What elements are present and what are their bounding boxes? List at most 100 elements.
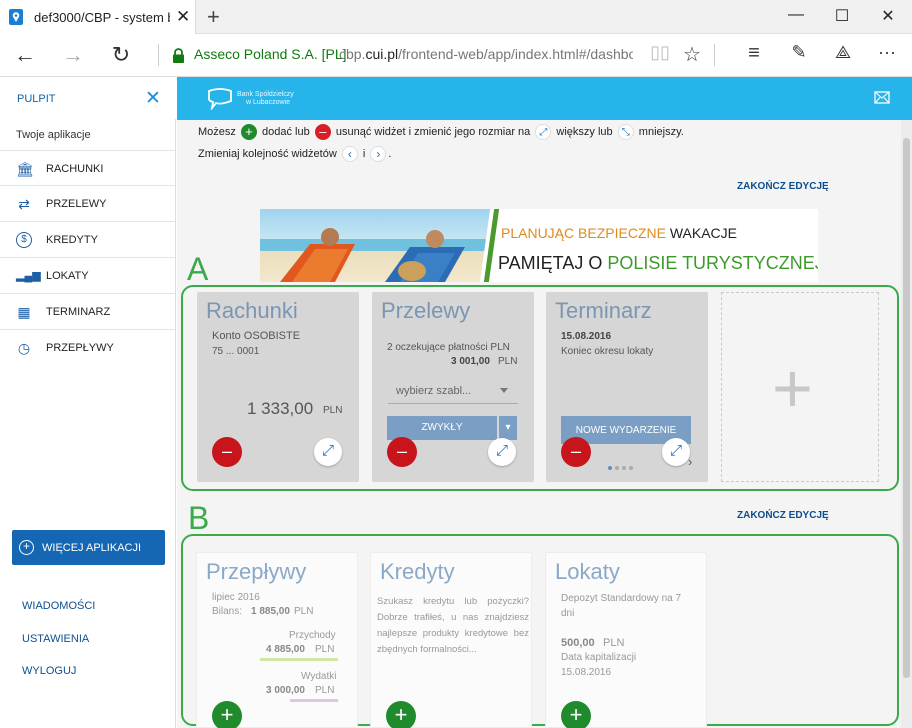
add-widget-button[interactable]: + (386, 701, 416, 728)
sidebar-item-rachunki[interactable]: 🏛 RACHUNKI (0, 150, 176, 186)
expand-widget-icon[interactable]: ⤢ (662, 438, 690, 466)
hint-text: większy lub (556, 125, 613, 138)
add-widget-button[interactable]: + (561, 701, 591, 728)
hub-icon[interactable]: ≡ (740, 42, 768, 68)
promo-banner[interactable]: PLANUJĄC BEZPIECZNE WAKACJE PAMIĘTAJ O P… (260, 209, 818, 282)
widget-rachunki[interactable]: Rachunki Konto OSOBISTE 75 ... 0001 1 33… (197, 292, 359, 482)
refresh-icon[interactable]: ↻ (107, 42, 135, 68)
link-wyloguj[interactable]: WYLOGUJ (22, 665, 76, 677)
widget-kredyty[interactable]: Kredyty Szukasz kredytu lub pożyczki? Do… (370, 552, 532, 728)
deposit-name: Depozyt Standardowy na 7 dni (561, 593, 682, 619)
share-icon[interactable]: ⟁ (829, 42, 857, 68)
close-tab-icon[interactable]: ✕ (176, 7, 190, 27)
browser-titlebar: def3000/CBP - system b ✕ + — ☐ ✕ (0, 0, 912, 34)
maximize-icon[interactable]: ☐ (827, 6, 857, 26)
widget-title: Lokaty (555, 559, 620, 584)
sidebar-title[interactable]: PULPIT (17, 93, 56, 105)
sidebar-item-przelewy[interactable]: ⇄ PRZELEWY (0, 186, 176, 222)
banner-text: WAKACJE (669, 225, 737, 241)
banner-line2: PAMIĘTAJ O POLISIE TURYSTYCZNEJ (498, 253, 818, 274)
income-bar (260, 658, 338, 661)
remove-widget-button[interactable]: – (387, 437, 417, 467)
link-ustawienia[interactable]: USTAWIENIA (22, 633, 89, 645)
lock-icon[interactable] (171, 48, 186, 63)
expand-widget-icon[interactable]: ⤢ (314, 438, 342, 466)
tab-title: def3000/CBP - system b (34, 10, 170, 25)
mail-icon[interactable] (874, 91, 890, 104)
template-select[interactable]: wybierz szabl... (388, 378, 518, 404)
sidebar-item-label: PRZELEWY (46, 198, 107, 210)
widget-terminarz[interactable]: Terminarz 15.08.2016 Koniec okresu lokat… (546, 292, 708, 482)
close-sidebar-icon[interactable]: ✕ (145, 87, 161, 110)
income-label: Przychody (289, 630, 336, 641)
scrollbar-thumb[interactable] (903, 138, 910, 678)
expand-widget-icon[interactable]: ⤢ (488, 438, 516, 466)
close-window-icon[interactable]: ✕ (873, 6, 903, 26)
end-edit-button-top[interactable]: ZAKOŃCZ EDYCJĘ (737, 181, 829, 192)
widget-przeplywy[interactable]: Przepływy lipiec 2016 Bilans: 1 885,00 P… (196, 552, 358, 728)
sidebar-item-label: LOKATY (46, 270, 89, 282)
hint-text: mniejszy. (638, 125, 684, 138)
sidebar-item-terminarz[interactable]: ▦ TERMINARZ (0, 294, 176, 330)
capitalization-label: Data kapitalizacji (561, 652, 637, 663)
web-note-icon[interactable]: ✎ (785, 42, 813, 68)
remove-widget-icon: – (314, 124, 331, 140)
sidebar-item-label: KREDYTY (46, 234, 98, 246)
remove-widget-button[interactable]: – (212, 437, 242, 467)
hint-text: dodać lub (262, 125, 310, 138)
back-arrow-icon[interactable]: ← (11, 42, 39, 68)
more-apps-button[interactable]: + WIĘCEJ APLIKACJI (12, 530, 165, 565)
sidebar-item-kredyty[interactable]: $ KREDYTY (0, 222, 176, 258)
zone-label-a: A (187, 251, 209, 287)
bank-name-line1: Bank Spółdzielczy (237, 91, 294, 98)
sidebar-item-label: RACHUNKI (46, 163, 104, 175)
browser-navbar: ← → ↻ Asseco Poland S.A. [PL] cbp.cui.pl… (0, 34, 912, 77)
site-identity[interactable]: Asseco Poland S.A. [PL] (194, 46, 347, 62)
scrollbar[interactable] (901, 120, 912, 728)
bank-name-line2: w Lubaczowie (246, 99, 290, 106)
reading-view-icon[interactable]: ▯▯ (646, 42, 674, 68)
widget-przelewy[interactable]: Przelewy 2 oczekujące płatności PLN 3 00… (372, 292, 534, 482)
hint-text: i (362, 147, 366, 160)
bank-logo[interactable] (206, 88, 234, 110)
forward-arrow-icon[interactable]: → (59, 42, 87, 68)
account-name: Konto OSOBISTE (212, 330, 301, 342)
add-widget-button[interactable]: + (212, 701, 242, 728)
transfer-arrows-icon: ⇄ (18, 196, 30, 212)
more-icon[interactable]: ··· (873, 42, 901, 68)
transfer-options-chevron-icon[interactable]: ▾ (499, 416, 517, 440)
favorite-star-icon[interactable]: ☆ (678, 42, 706, 68)
edit-hint-line1: Możesz + dodać lub – usunąć widżet i zmi… (198, 124, 684, 140)
sidebar-item-przeplywy[interactable]: ◷ PRZEPŁYWY (0, 330, 176, 366)
url-path: /frontend-web/app/index.html#/dashboa (398, 46, 633, 62)
chevron-right-icon: › (370, 146, 387, 162)
calendar-icon: ▦ (17, 304, 31, 320)
flow-balance: 1 885,00 (251, 606, 290, 617)
widget-title: Kredyty (380, 559, 455, 584)
add-widget-slot[interactable]: + (721, 292, 879, 482)
remove-widget-button[interactable]: – (561, 437, 591, 467)
hint-text: . (388, 147, 392, 160)
expense-label: Wydatki (301, 671, 337, 682)
widget-title: Rachunki (206, 298, 298, 323)
address-bar[interactable]: cbp.cui.pl/frontend-web/app/index.html#/… (339, 46, 633, 62)
browser-tab[interactable]: def3000/CBP - system b ✕ (0, 0, 196, 34)
widget-lokaty[interactable]: Lokaty Depozyt Standardowy na 7 dni 500,… (545, 552, 707, 728)
event-name: Koniec okresu lokaty (561, 346, 654, 357)
end-edit-button-bottom[interactable]: ZAKOŃCZ EDYCJĘ (737, 510, 829, 521)
new-tab-icon[interactable]: + (207, 4, 220, 30)
carousel-dots[interactable] (608, 459, 636, 473)
sidebar: PULPIT ✕ Twoje aplikacje 🏛 RACHUNKI ⇄ PR… (0, 77, 176, 728)
more-apps-label: WIĘCEJ APLIKACJI (42, 542, 142, 554)
capitalization-date: 15.08.2016 (561, 667, 612, 678)
deposit-amount: 500,00 (561, 637, 595, 649)
minimize-icon[interactable]: — (781, 6, 811, 24)
flow-currency: PLN (294, 606, 314, 617)
sidebar-item-lokaty[interactable]: ▂▄▆ LOKATY (0, 258, 176, 294)
link-wiadomosci[interactable]: WIADOMOŚCI (22, 600, 95, 612)
sidebar-header: PULPIT ✕ (0, 77, 176, 119)
beach-chairs-illustration (260, 228, 494, 282)
sidebar-subtitle: Twoje aplikacje (16, 129, 91, 141)
separator (714, 44, 715, 66)
edit-hint-line2: Zmieniaj kolejność widżetów ‹ i ›. (198, 146, 391, 162)
